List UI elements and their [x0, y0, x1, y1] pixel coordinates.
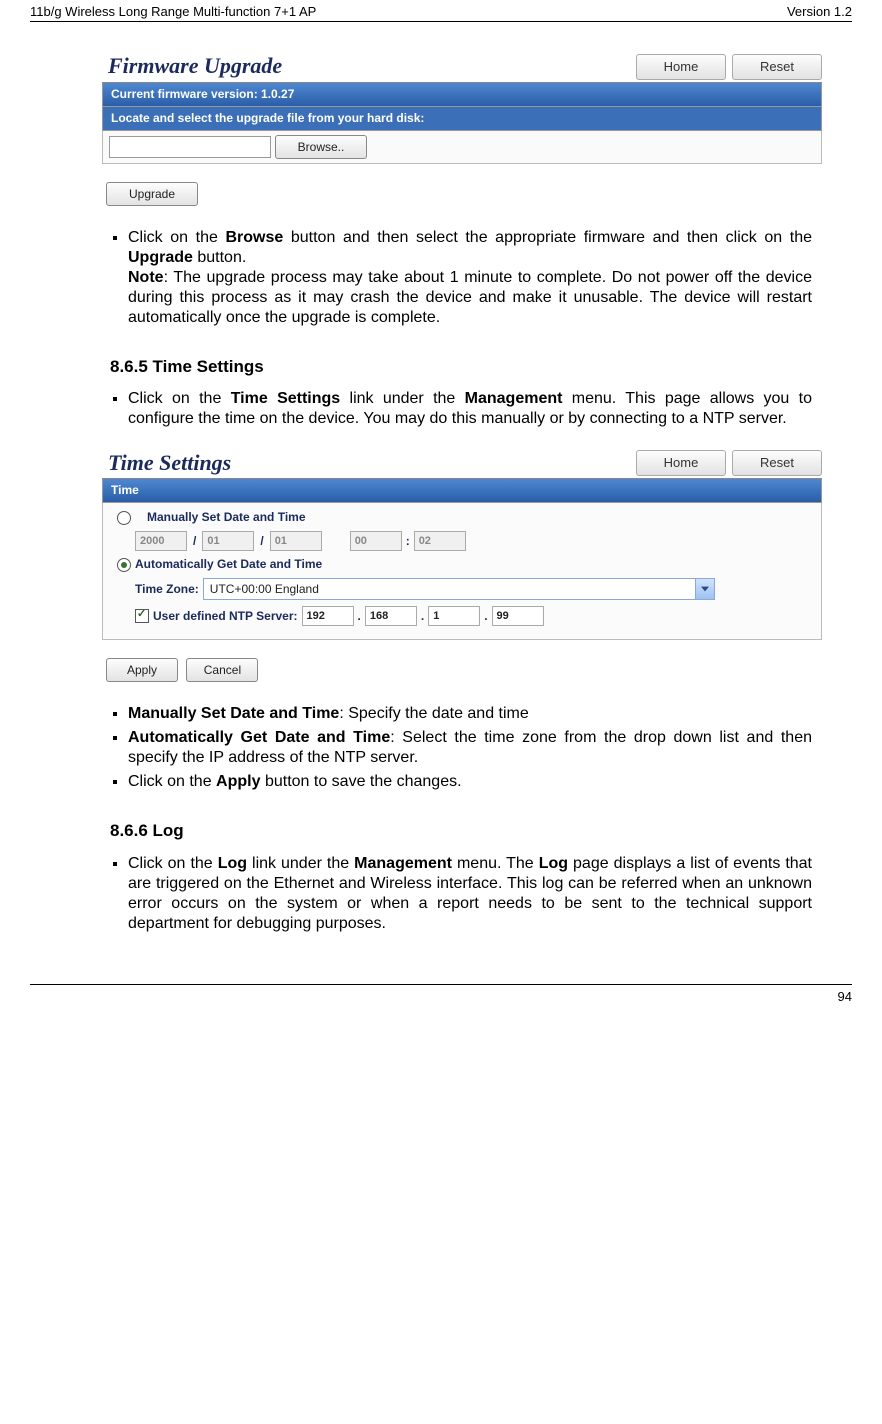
- ip3-input[interactable]: 1: [428, 606, 480, 626]
- time-bar: Time: [102, 479, 822, 503]
- file-row: Browse..: [102, 131, 822, 164]
- ntp-label: User defined NTP Server:: [153, 609, 298, 624]
- section-log: 8.6.6 Log: [110, 820, 812, 841]
- header-left: 11b/g Wireless Long Range Multi-function…: [30, 4, 316, 19]
- home-button[interactable]: Home: [636, 450, 726, 476]
- firmware-title: Firmware Upgrade: [102, 52, 630, 80]
- bullet-auto: Automatically Get Date and Time: Select …: [128, 728, 812, 768]
- ntp-row: User defined NTP Server: 192 . 168 . 1 .…: [111, 603, 813, 629]
- firmware-version-bar: Current firmware version: 1.0.27: [102, 83, 822, 107]
- ip2-input[interactable]: 168: [365, 606, 417, 626]
- timezone-row: Time Zone: UTC+00:00 England: [111, 575, 813, 603]
- apply-button[interactable]: Apply: [106, 658, 178, 682]
- hour-input[interactable]: 00: [350, 531, 402, 551]
- reset-button[interactable]: Reset: [732, 54, 822, 80]
- reset-button[interactable]: Reset: [732, 450, 822, 476]
- bullet-log: Click on the Log link under the Manageme…: [128, 854, 812, 934]
- manual-row[interactable]: Manually Set Date and Time: [111, 507, 813, 528]
- page-number: 94: [838, 989, 852, 1004]
- ntp-checkbox[interactable]: [135, 609, 149, 623]
- doc-footer: 94: [30, 984, 852, 1004]
- month-input[interactable]: 01: [202, 531, 254, 551]
- firmware-locate-bar: Locate and select the upgrade file from …: [102, 107, 822, 131]
- manual-label: Manually Set Date and Time: [147, 510, 306, 525]
- firmware-panel: Firmware Upgrade Home Reset Current firm…: [102, 52, 822, 210]
- auto-row[interactable]: Automatically Get Date and Time: [111, 554, 813, 575]
- minute-input[interactable]: 02: [414, 531, 466, 551]
- auto-label: Automatically Get Date and Time: [135, 557, 322, 572]
- manual-inputs: 2000 / 01 / 01 00 : 02: [111, 528, 813, 554]
- chevron-down-icon: [695, 579, 714, 599]
- time-title: Time Settings: [102, 449, 630, 477]
- fw-bullet: Click on the Browse button and then sele…: [128, 228, 812, 328]
- header-right: Version 1.2: [787, 4, 852, 19]
- bullet-manual: Manually Set Date and Time: Specify the …: [128, 704, 812, 724]
- day-input[interactable]: 01: [270, 531, 322, 551]
- ip4-input[interactable]: 99: [492, 606, 544, 626]
- radio-auto[interactable]: [117, 558, 131, 572]
- radio-manual[interactable]: [117, 511, 131, 525]
- doc-header: 11b/g Wireless Long Range Multi-function…: [30, 0, 852, 22]
- time-panel: Time Settings Home Reset Time Manually S…: [102, 449, 822, 687]
- year-input[interactable]: 2000: [135, 531, 187, 551]
- file-input[interactable]: [109, 136, 271, 158]
- browse-button[interactable]: Browse..: [275, 135, 367, 159]
- ip1-input[interactable]: 192: [302, 606, 354, 626]
- upgrade-button[interactable]: Upgrade: [106, 182, 198, 206]
- cancel-button[interactable]: Cancel: [186, 658, 258, 682]
- section-time-settings: 8.6.5 Time Settings: [110, 356, 812, 377]
- bullet-apply: Click on the Apply button to save the ch…: [128, 772, 812, 792]
- tz-label: Time Zone:: [135, 582, 199, 597]
- time-intro-bullet: Click on the Time Settings link under th…: [128, 389, 812, 429]
- home-button[interactable]: Home: [636, 54, 726, 80]
- timezone-select[interactable]: UTC+00:00 England: [203, 578, 715, 600]
